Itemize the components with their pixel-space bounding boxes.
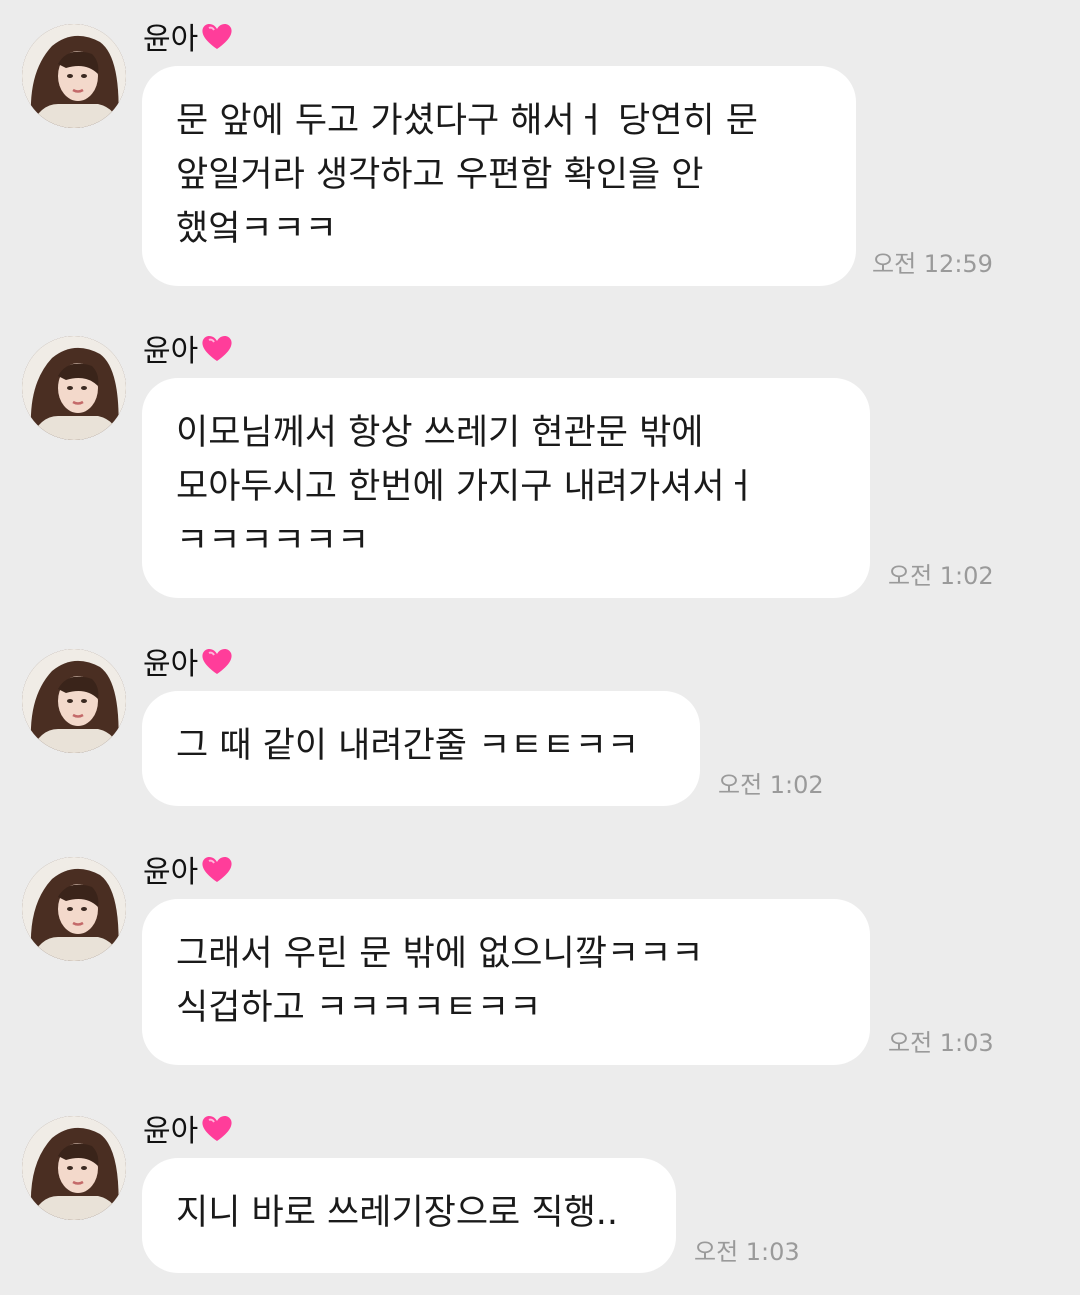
sender-name: 윤아 bbox=[143, 16, 234, 57]
profile-avatar[interactable] bbox=[22, 336, 126, 440]
message-timestamp: 오전 1:02 bbox=[718, 771, 824, 799]
sender-name: 윤아 bbox=[143, 849, 234, 890]
heart-icon bbox=[202, 1115, 232, 1141]
heart-icon bbox=[202, 648, 232, 674]
profile-avatar[interactable] bbox=[22, 1116, 126, 1220]
sender-name-text: 윤아 bbox=[143, 647, 199, 682]
sender-name-text: 윤아 bbox=[143, 334, 199, 369]
heart-icon bbox=[202, 23, 232, 49]
message-timestamp: 오전 1:03 bbox=[888, 1029, 994, 1057]
sender-name: 윤아 bbox=[143, 641, 234, 682]
message-bubble[interactable]: 이모님께서 항상 쓰레기 현관문 밖에 모아두시고 한번에 가지구 내려가셔서ㅓ… bbox=[142, 378, 870, 598]
sender-name: 윤아 bbox=[143, 1108, 234, 1149]
heart-icon bbox=[202, 335, 232, 361]
heart-icon bbox=[202, 856, 232, 882]
sender-name-text: 윤아 bbox=[143, 22, 199, 57]
message-bubble[interactable]: 문 앞에 두고 가셨다구 해서ㅓ 당연히 문 앞일거라 생각하고 우편함 확인을… bbox=[142, 66, 856, 286]
message-bubble[interactable]: 지니 바로 쓰레기장으로 직행.. bbox=[142, 1158, 676, 1273]
profile-avatar[interactable] bbox=[22, 24, 126, 128]
sender-name-text: 윤아 bbox=[143, 855, 199, 890]
sender-name-text: 윤아 bbox=[143, 1114, 199, 1149]
message-bubble[interactable]: 그 때 같이 내려간줄 ㅋㅌㅌㅋㅋ bbox=[142, 691, 700, 806]
message-timestamp: 오전 1:03 bbox=[694, 1238, 800, 1266]
message-timestamp: 오전 1:02 bbox=[888, 562, 994, 590]
sender-name: 윤아 bbox=[143, 328, 234, 369]
profile-avatar[interactable] bbox=[22, 649, 126, 753]
profile-avatar[interactable] bbox=[22, 857, 126, 961]
message-timestamp: 오전 12:59 bbox=[872, 250, 993, 278]
message-bubble[interactable]: 그래서 우린 문 밖에 없으니깤ㅋㅋㅋ 식겁하고 ㅋㅋㅋㅋㅌㅋㅋ bbox=[142, 899, 870, 1065]
